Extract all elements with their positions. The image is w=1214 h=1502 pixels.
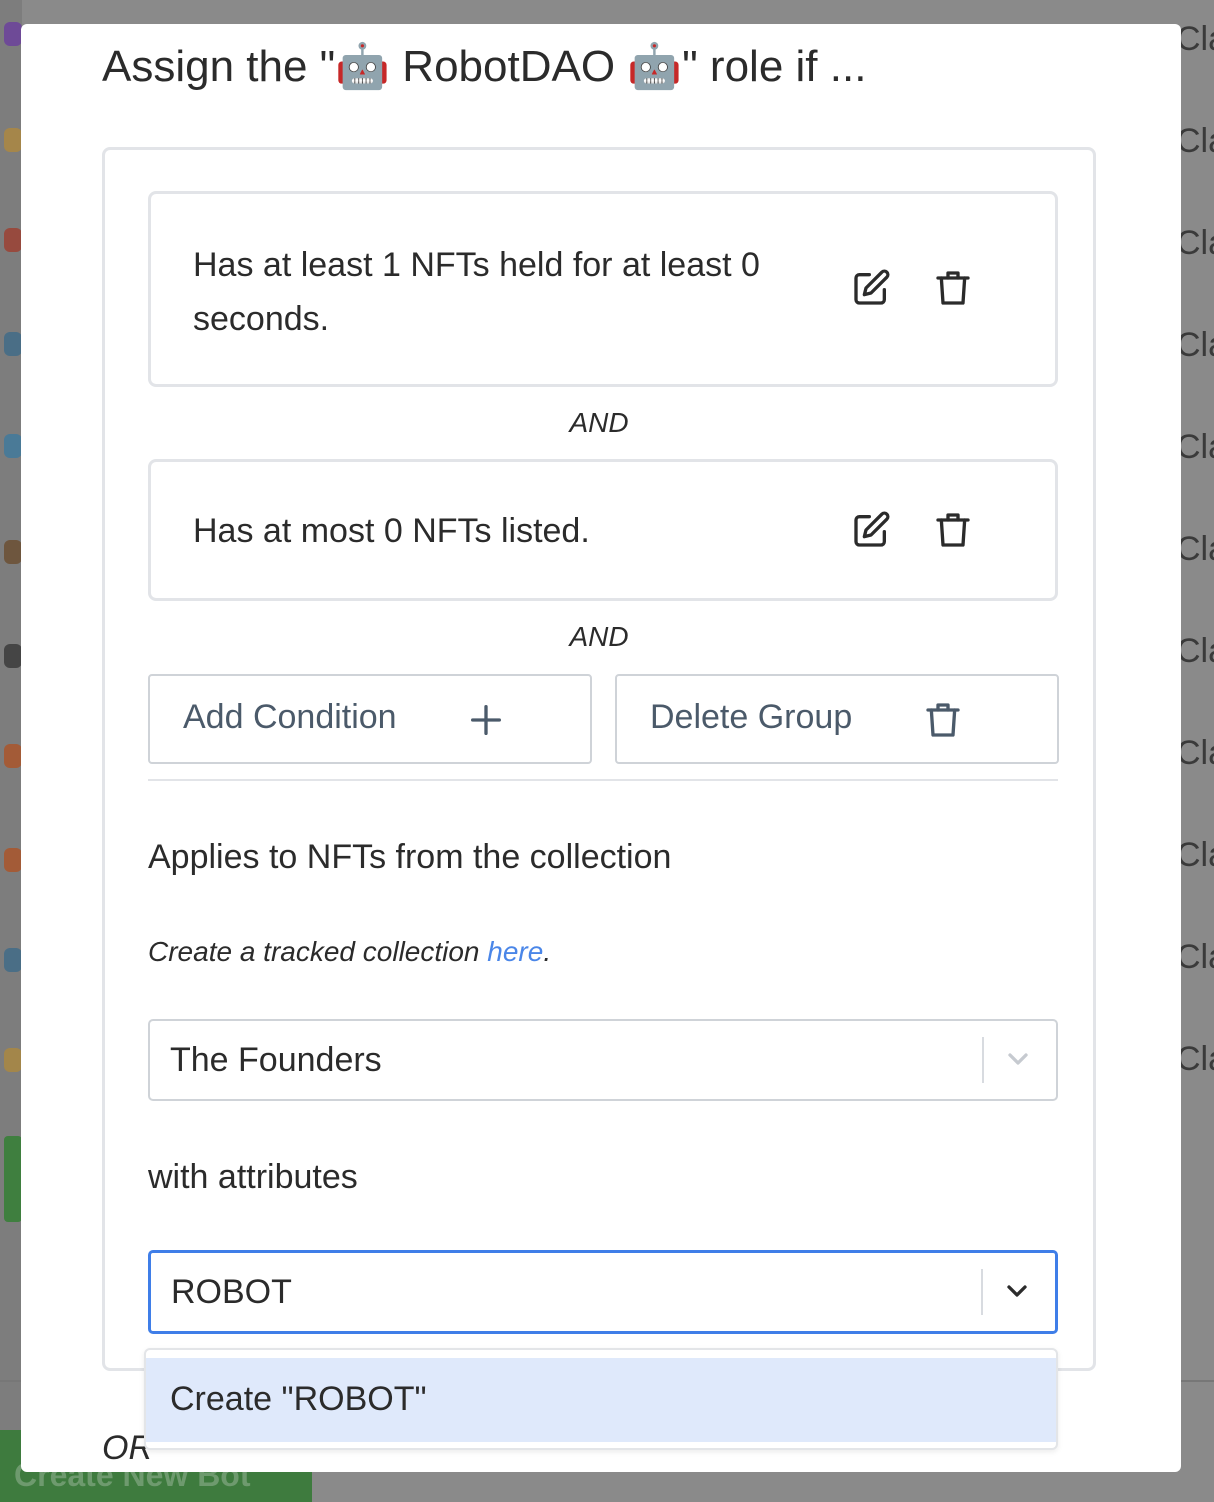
background-list-text: Cla (1176, 428, 1214, 466)
background-list-text: Cla (1176, 326, 1214, 364)
modal-title: Assign the "🤖 RobotDAO 🤖" role if ... (102, 42, 867, 91)
background-list-text: Cla (1176, 122, 1214, 160)
background-list-text: Cla (1176, 836, 1214, 874)
add-condition-button[interactable]: Add Condition (148, 674, 592, 764)
condition-group: Has at least 1 NFTs held for at least 0 … (102, 147, 1096, 1371)
background-emoji (4, 644, 22, 668)
and-label: AND (569, 407, 629, 438)
background-emoji (4, 228, 22, 252)
attributes-input[interactable]: ROBOT (171, 1273, 292, 1312)
background-green-strip (4, 1136, 22, 1222)
background-list-text: Cla (1176, 632, 1214, 670)
select-separator (981, 1269, 983, 1315)
background-list-text: Cla (1176, 530, 1214, 568)
collection-label: Applies to NFTs from the collection (148, 838, 672, 876)
delete-condition-button[interactable] (933, 268, 973, 308)
section-divider (148, 779, 1058, 781)
background-list-text: Cla (1176, 20, 1214, 58)
hint-suffix: . (543, 936, 552, 967)
background-list-text: Cla (1176, 938, 1214, 976)
role-condition-modal: Assign the "🤖 RobotDAO 🤖" role if ... Ha… (21, 24, 1181, 1472)
background-emoji (4, 22, 22, 46)
background-emoji (4, 434, 22, 458)
background-emoji (4, 744, 22, 768)
background-emoji (4, 948, 22, 972)
trash-icon (936, 271, 970, 305)
select-separator (982, 1037, 984, 1083)
hint-text: Create a tracked collection (148, 936, 488, 967)
background-list-text: Cla (1176, 734, 1214, 772)
edit-icon (854, 511, 890, 547)
trash-icon (926, 703, 960, 737)
delete-condition-button[interactable] (933, 510, 973, 550)
edit-condition-button[interactable] (851, 510, 891, 550)
add-condition-label: Add Condition (183, 698, 397, 736)
create-option-menu-item[interactable]: Create "ROBOT" (146, 1358, 1056, 1442)
chevron-down-icon[interactable] (1001, 1275, 1033, 1307)
background-divider (0, 1380, 22, 1382)
delete-group-label: Delete Group (650, 698, 853, 736)
condition-text: Has at most 0 NFTs listed. (193, 512, 590, 550)
background-list-text: Cla (1176, 1040, 1214, 1078)
tracked-collection-hint: Create a tracked collection here. (148, 936, 551, 968)
delete-group-button[interactable]: Delete Group (615, 674, 1059, 764)
create-collection-link[interactable]: here (487, 936, 543, 967)
background-emoji (4, 540, 22, 564)
background-divider (1181, 1380, 1214, 1382)
collection-select-value: The Founders (170, 1041, 382, 1079)
and-label: AND (569, 621, 629, 652)
background-emoji (4, 332, 22, 356)
background-emoji (4, 848, 22, 872)
background-emoji (4, 1048, 22, 1072)
trash-icon (936, 513, 970, 547)
attributes-dropdown-menu: Create "ROBOT" (144, 1348, 1058, 1450)
edit-condition-button[interactable] (851, 268, 891, 308)
condition-text: Has at least 1 NFTs held for at least 0 … (193, 246, 760, 338)
attributes-select[interactable]: ROBOT (148, 1250, 1058, 1334)
background-list-text: Cla (1176, 224, 1214, 262)
plus-icon (471, 705, 501, 735)
collection-select[interactable]: The Founders (148, 1019, 1058, 1101)
background-emoji (4, 128, 22, 152)
attributes-label: with attributes (148, 1158, 358, 1196)
chevron-down-icon[interactable] (1002, 1043, 1034, 1075)
condition-card: Has at most 0 NFTs listed. (148, 459, 1058, 601)
menu-item-label: Create "ROBOT" (170, 1380, 427, 1418)
condition-card: Has at least 1 NFTs held for at least 0 … (148, 191, 1058, 387)
edit-icon (854, 269, 890, 305)
